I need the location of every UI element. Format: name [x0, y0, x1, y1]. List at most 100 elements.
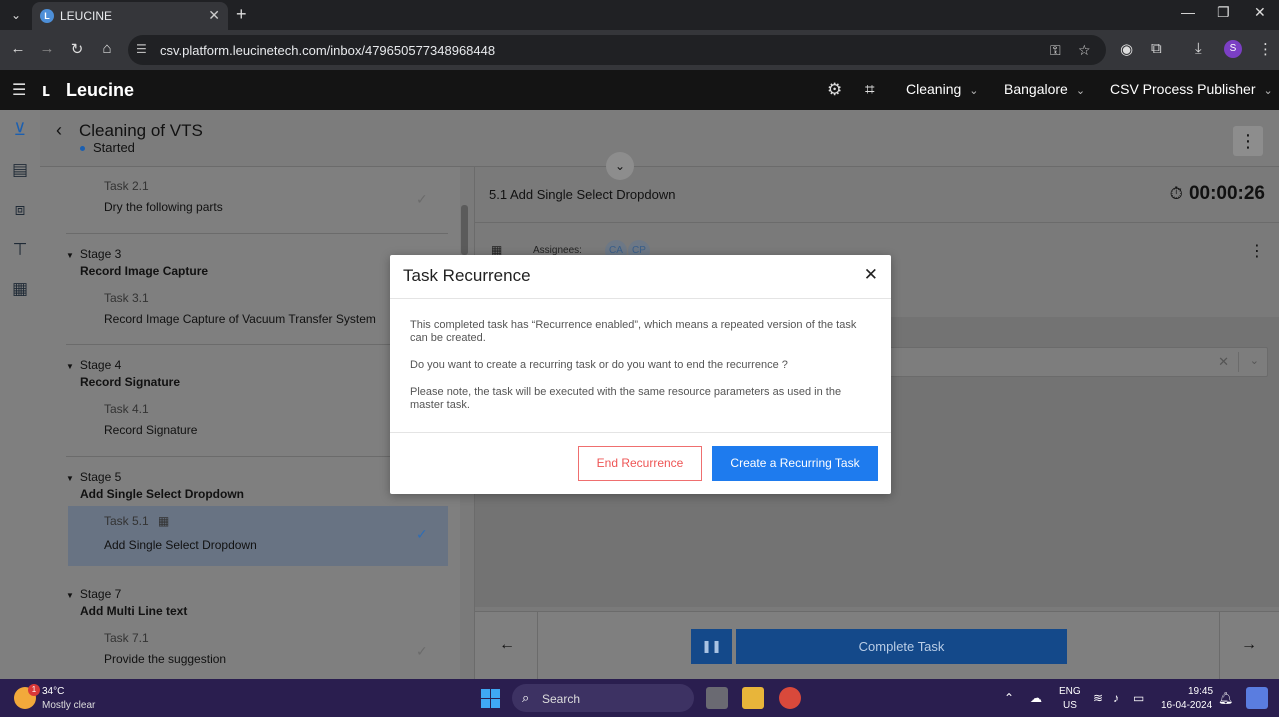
tray-chevron-up-icon[interactable]: ⌃	[1004, 691, 1014, 705]
stage-header[interactable]: ▼ Stage 7 Add Multi Line text	[66, 587, 187, 618]
browser-tab[interactable]: L LEUCINE ✕	[32, 2, 228, 30]
forward-icon[interactable]: →	[37, 40, 57, 57]
bookmark-star-icon[interactable]: ☆	[1078, 42, 1091, 59]
clock-time[interactable]: 19:45	[1188, 686, 1213, 697]
windows-start-icon[interactable]	[481, 689, 500, 708]
extensions-icon[interactable]: ⧉	[1151, 40, 1162, 57]
download-icon[interactable]: ⤓	[1195, 40, 1202, 57]
tab-close-icon[interactable]: ✕	[208, 7, 220, 24]
pause-button[interactable]: ❚❚	[691, 629, 732, 664]
scan-qr-icon[interactable]: ⌗	[865, 80, 875, 100]
profile-avatar[interactable]: S	[1224, 40, 1242, 58]
window-close-icon[interactable]: ✕	[1254, 4, 1266, 21]
facility-dropdown[interactable]: Cleaning ⌄	[906, 81, 978, 97]
site-info-icon[interactable]: ☰	[136, 42, 147, 56]
status-dot-icon	[80, 146, 85, 152]
leucine-logo-icon: ʟ	[42, 80, 51, 100]
next-task-arrow-icon[interactable]: →	[1241, 636, 1257, 654]
site-dropdown[interactable]: Bangalore ⌄	[1004, 81, 1085, 97]
browser-menu-icon[interactable]: ⋮	[1258, 40, 1273, 58]
chevron-down-icon[interactable]: ⌄	[1250, 354, 1259, 367]
tab-search-chevron-icon[interactable]: ⌄	[6, 5, 26, 25]
ontology-icon[interactable]: ▦	[10, 279, 30, 299]
divider	[390, 298, 891, 299]
onedrive-cloud-icon[interactable]: ☁	[1030, 691, 1042, 705]
task-item[interactable]: Task 7.1 Provide the suggestion ✓	[68, 631, 448, 671]
collapse-chevron-icon[interactable]: ⌄	[606, 152, 634, 180]
task-more-icon[interactable]: ⋮	[1249, 241, 1265, 261]
task-name: Add Single Select Dropdown	[104, 538, 257, 552]
caret-down-icon: ▼	[66, 474, 74, 483]
battery-icon[interactable]: ▭	[1133, 691, 1144, 705]
chrome-icon[interactable]	[779, 687, 801, 709]
clock-date[interactable]: 16-04-2024	[1161, 700, 1212, 711]
modal-text-1: This completed task has “Recurrence enab…	[410, 319, 857, 344]
inbox-icon[interactable]: ⊻	[10, 120, 30, 140]
task-number: Task 2.1	[104, 179, 149, 193]
task-item-selected[interactable]: Task 5.1 ▦ Add Single Select Dropdown ✓	[68, 506, 448, 566]
wifi-icon[interactable]: ≋	[1093, 691, 1103, 705]
new-tab-icon[interactable]: +	[236, 4, 247, 25]
timer-value: 00:00:26	[1188, 183, 1265, 204]
left-nav: ⊻ ▤ ⧈ ⊤ ▦	[0, 110, 40, 679]
region-code[interactable]: US	[1063, 700, 1077, 711]
search-icon: ⌕	[522, 690, 530, 705]
stopwatch-icon: ⏱	[1169, 184, 1183, 203]
hierarchy-icon[interactable]: ⊤	[10, 240, 30, 260]
process-icon[interactable]: ⧈	[10, 200, 30, 220]
checklist-icon[interactable]: ▤	[10, 160, 30, 180]
role-dropdown[interactable]: CSV Process Publisher ⌄	[1110, 81, 1273, 97]
address-bar[interactable]: ☰ csv.platform.leucinetech.com/inbox/479…	[128, 35, 1106, 65]
stage-header[interactable]: ▼ Stage 4 Record Signature	[66, 358, 180, 389]
job-more-icon[interactable]: ⋮	[1233, 126, 1263, 156]
create-recurring-task-button[interactable]: Create a Recurring Task	[712, 446, 878, 481]
password-key-icon[interactable]: ⚿	[1050, 42, 1061, 59]
weather-desc: Mostly clear	[42, 700, 96, 711]
task-item[interactable]: Task 2.1 Dry the following parts ✓	[68, 179, 448, 219]
browser-toolbar: ← → ↻ ⌂ ☰ csv.platform.leucinetech.com/i…	[0, 30, 1279, 70]
task-name: Provide the suggestion	[104, 652, 227, 666]
stage-list-scrollbar[interactable]	[461, 205, 468, 255]
chevron-down-icon: ⌄	[1075, 85, 1086, 97]
task-footer: ← ❚❚ Complete Task →	[475, 611, 1279, 680]
complete-task-button[interactable]: Complete Task	[736, 629, 1067, 664]
divider	[66, 233, 448, 234]
divider	[1238, 352, 1239, 372]
leucine-favicon-icon: L	[40, 9, 54, 23]
stage-header[interactable]: ▼ Stage 3 Record Image Capture	[66, 247, 208, 278]
modal-close-icon[interactable]: ✕	[864, 265, 878, 285]
language-code[interactable]: ENG	[1059, 686, 1081, 697]
divider	[475, 222, 1279, 223]
caret-down-icon: ▼	[66, 251, 74, 260]
stage-label: Stage 4	[79, 358, 122, 372]
modal-title: Task Recurrence	[403, 266, 531, 285]
home-icon[interactable]: ⌂	[97, 40, 117, 57]
notification-bell-icon[interactable]: 🔔︎	[1218, 691, 1233, 705]
taskbar-search[interactable]: ⌕ Search	[512, 684, 694, 712]
divider	[390, 432, 891, 433]
task-number: Task 7.1	[104, 631, 149, 645]
file-explorer-icon[interactable]	[742, 687, 764, 709]
url-text: csv.platform.leucinetech.com/inbox/47965…	[160, 43, 496, 58]
search-label: Search	[542, 692, 581, 706]
camera-extension-icon[interactable]: ◉	[1120, 40, 1133, 58]
calendar-icon: ▦	[158, 514, 170, 528]
copilot-icon[interactable]	[1246, 687, 1268, 709]
minimize-icon[interactable]: —	[1181, 4, 1195, 20]
check-icon: ✓	[416, 191, 428, 207]
facility-dropdown-label: Cleaning	[906, 81, 962, 97]
volume-icon[interactable]: ♪	[1113, 691, 1119, 705]
back-icon[interactable]: ←	[8, 40, 28, 57]
task-view-icon[interactable]	[706, 687, 728, 709]
end-recurrence-button[interactable]: End Recurrence	[578, 446, 702, 481]
back-chevron-icon[interactable]: ‹	[56, 120, 62, 141]
clear-icon[interactable]: ✕	[1218, 354, 1229, 370]
divider	[537, 612, 538, 680]
stage-header[interactable]: ▼ Stage 5 Add Single Select Dropdown	[66, 470, 244, 501]
previous-task-arrow-icon[interactable]: ←	[499, 636, 515, 654]
restore-icon[interactable]: ❐	[1217, 4, 1230, 21]
os-taskbar: 1 34°C Mostly clear ⌕ Search ⌃ ☁ ENG US …	[0, 679, 1279, 717]
hamburger-menu-icon[interactable]: ☰	[12, 80, 26, 100]
settings-gear-icon[interactable]: ⚙	[827, 80, 842, 100]
reload-icon[interactable]: ↻	[67, 40, 87, 58]
